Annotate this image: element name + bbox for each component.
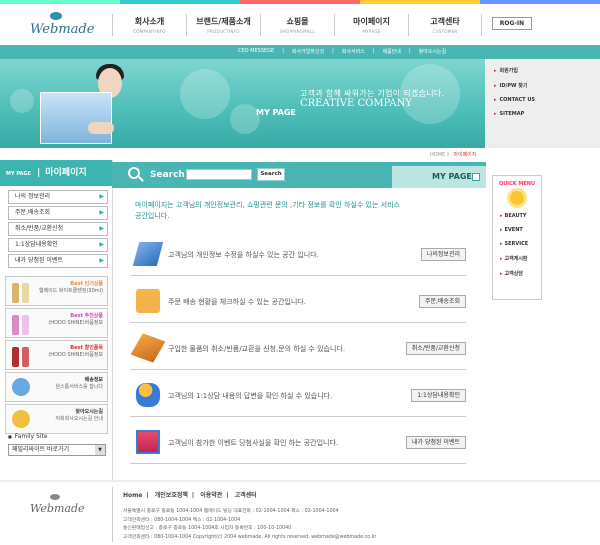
banner-mypage: MY PAGE [256, 108, 296, 117]
quick-event[interactable]: EVENT [500, 227, 541, 233]
best-recommend-box[interactable]: Best 추천상품 (HODO SHINE)비품정보 [5, 308, 108, 338]
quick-beauty[interactable]: BEAUTY [500, 213, 541, 219]
link-contact[interactable]: CONTACT US [494, 97, 600, 103]
footer-logo[interactable]: Webmade [30, 494, 85, 515]
product-bottle-icon [22, 315, 29, 335]
quick-menu: QUICK MENU BEAUTY EVENT SERVICE 고객게시판 고객… [492, 175, 542, 300]
arrow-right-icon: ▶ [99, 257, 104, 264]
divider [112, 160, 113, 480]
bubble-decoration [10, 89, 34, 113]
search-label: Search [150, 170, 185, 180]
people-icon [136, 383, 160, 407]
flower-icon [510, 191, 524, 205]
breadcrumb-home[interactable]: HOME [430, 152, 445, 158]
gnb-company[interactable]: 회사소개 COMPANYINFO [112, 14, 186, 36]
breadcrumb-current: 마이페이지 [453, 152, 477, 158]
footer-privacy[interactable]: 개인보호정책 [155, 492, 188, 499]
footer-home[interactable]: Home [123, 492, 142, 499]
location-box[interactable]: 찾아오시는길 저희회사오시는길 안내 [5, 404, 108, 434]
mypage-tag: MY PAGE [392, 166, 486, 188]
search-input[interactable] [186, 169, 252, 180]
list-item-cancel: 구입한 물품의 취소/반품/교환을 신청,문의 하실 수 있습니다. 취소/반품… [130, 332, 466, 370]
subnav-ceo[interactable]: CEO MESSEGE [238, 48, 274, 55]
left-menu-cancel[interactable]: 취소/반품/교환신청 ▶ [8, 222, 108, 236]
quick-consult[interactable]: 고객상담 [500, 270, 541, 277]
logo-mark-icon [50, 494, 60, 500]
product-bottle-icon [22, 347, 29, 367]
arrow-right-icon: ▶ [99, 193, 104, 200]
sub-nav: CEO MESSEGE | 회사가입하신것 | 회사서비스 | 제품안내 | 찾아오시는… [238, 48, 447, 55]
gnb-brand[interactable]: 브랜드/제품소개 PRODUCTINFO [186, 14, 260, 36]
map-pin-icon [12, 410, 30, 428]
arrow-right-icon: ▶ [99, 209, 104, 216]
search-button[interactable]: Search [257, 168, 285, 181]
link-sitemap[interactable]: SITEMAP [494, 111, 600, 117]
right-links-box: 회원가입 ID/PW 찾기 CONTACT US SITEMAP [486, 59, 600, 148]
footer-info: 서울특별시 종로구 종로동 1004-1004 웹메이드 빌딩 대표전화 : 0… [123, 509, 377, 540]
book-icon [130, 333, 166, 363]
family-site-select[interactable]: 패밀리싸이트 바로가기 ▼ [8, 444, 106, 456]
gnb-customer[interactable]: 고객센타 CUSTOMER [408, 14, 482, 36]
arrow-right-icon: ▶ [99, 225, 104, 232]
left-menu-header: MY PAGE | 마이페이지 [0, 160, 112, 186]
delivery-cart-icon [136, 289, 160, 313]
product-bottle-icon [12, 315, 19, 335]
cancel-request-button[interactable]: 취소/반품/교환신청 [405, 342, 466, 355]
left-menu-event[interactable]: 내가 당첨된 이벤트 ▶ [8, 254, 108, 268]
order-check-button[interactable]: 주문,배송조회 [418, 295, 466, 308]
footer-links: Home | 개인보호정책 | 이용약관 | 고객센터 [123, 492, 257, 499]
delivery-info-box[interactable]: 배송정보 원스톱서비스를 합니다 [5, 372, 108, 402]
login-button[interactable]: ROG-IN [492, 17, 532, 30]
top-color-strip [0, 0, 600, 4]
product-bottle-icon [22, 283, 29, 303]
arrow-right-icon: ▶ [99, 241, 104, 248]
gift-icon [136, 430, 160, 454]
search-icon [128, 167, 140, 179]
family-site-label: Family Site [8, 433, 48, 440]
best-discount-box[interactable]: Best 할인품목 (HODO SHINE)비품정보 [5, 340, 108, 370]
model-hand [88, 122, 114, 134]
quick-board[interactable]: 고객게시판 [500, 255, 541, 262]
site-logo[interactable]: Webmade [30, 12, 100, 38]
divider [112, 487, 113, 542]
chevron-down-icon: ▼ [95, 445, 105, 455]
left-menu-info[interactable]: 나의 정보관리 ▶ [8, 190, 108, 204]
subnav-product[interactable]: 제품안내 [382, 48, 400, 55]
subnav-service[interactable]: 회사서비스 [342, 48, 365, 55]
pencil-icon [132, 242, 164, 266]
left-menu-order[interactable]: 주문,배송조회 ▶ [8, 206, 108, 220]
banner-title: CREATIVE COMPANY [300, 98, 412, 109]
consult-check-button[interactable]: 1:1상담내용확인 [411, 389, 466, 402]
footer: Webmade Home | 개인보호정책 | 이용약관 | 고객센터 서울특별시 종… [0, 480, 600, 545]
banner-book-image [40, 92, 112, 144]
logo-mark-icon [50, 12, 62, 20]
delivery-icon [12, 378, 30, 396]
left-menu-consult[interactable]: 1:1상담내용확인 ▶ [8, 238, 108, 252]
subnav-location[interactable]: 찾아오시는길 [419, 48, 447, 55]
event-check-button[interactable]: 내가 당첨된 이벤트 [406, 436, 466, 449]
square-icon [472, 173, 480, 181]
gnb-shopping[interactable]: 쇼핑몰 SHOPPINGMALL [260, 14, 334, 36]
link-join[interactable]: 회원가입 [494, 67, 600, 74]
subnav-join[interactable]: 회사가입하신것 [292, 48, 324, 55]
footer-customer[interactable]: 고객센터 [235, 492, 257, 499]
link-idpw[interactable]: ID/PW 찾기 [494, 82, 600, 89]
quick-service[interactable]: SERVICE [500, 241, 541, 247]
info-manage-button[interactable]: 나의정보관리 [420, 248, 466, 261]
bubble-decoration [180, 69, 230, 119]
global-nav: 회사소개 COMPANYINFO 브랜드/제품소개 PRODUCTINFO 쇼핑몰 S… [112, 14, 482, 36]
list-item-order: 주문 배송 현황을 체크하실 수 있는 공간입니다. 주문,배송조회 [130, 285, 466, 323]
footer-terms[interactable]: 이용약관 [200, 492, 222, 499]
product-bottle-icon [12, 283, 19, 303]
intro-text: 마이페이지는 고객님의 개인정보관리, 쇼핑관련 문의 ,기타 정보를 확인 하… [135, 201, 400, 220]
list-item-event: 고객님이 참가한 이벤트 당첨사실을 확인 하는 공간입니다. 내가 당첨된 이… [130, 426, 466, 464]
breadcrumb: HOME 》 마이페이지 [430, 152, 477, 158]
gnb-mypage[interactable]: 마이페이지 MYPAGE [334, 14, 408, 36]
best-popular-box[interactable]: Best 인기상품 웹메이드 화이트클렌징(30ml) [5, 276, 108, 306]
product-bottle-icon [12, 347, 19, 367]
list-item-info: 고객님의 개인정보 수정을 하실수 있는 공간 입니다. 나의정보관리 [130, 238, 466, 276]
list-item-consult: 고객님의 1:1상담 내용의 답변을 확인 하실 수 있습니다. 1:1상담내용… [130, 379, 466, 417]
